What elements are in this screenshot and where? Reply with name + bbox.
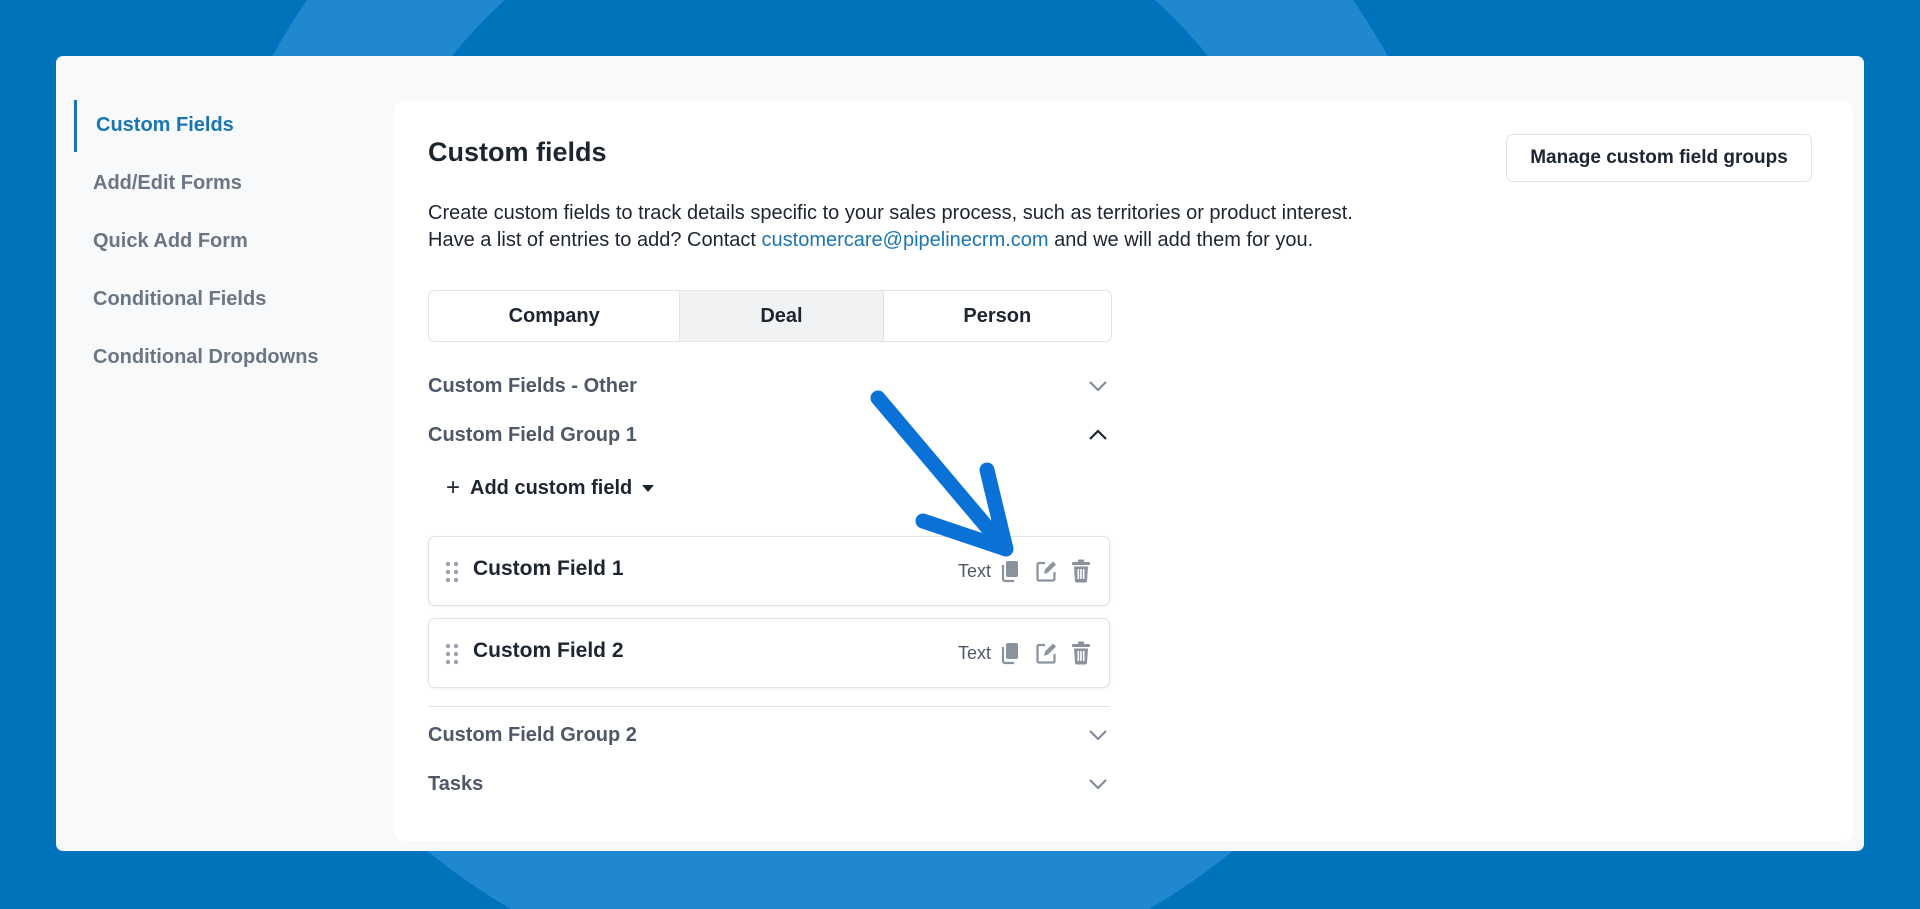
entity-tabs: Company Deal Person	[428, 290, 1112, 342]
group-label: Custom Field Group 2	[428, 723, 637, 746]
settings-card: Custom Fields Add/Edit Forms Quick Add F…	[56, 56, 1864, 851]
settings-sidebar: Custom Fields Add/Edit Forms Quick Add F…	[74, 100, 374, 390]
group-custom-fields-other[interactable]: Custom Fields - Other	[428, 371, 1110, 401]
field-name: Custom Field 1	[473, 557, 624, 580]
chevron-down-icon	[1089, 779, 1107, 790]
caret-down-icon	[642, 484, 655, 492]
sidebar-item-conditional-dropdowns[interactable]: Conditional Dropdowns	[74, 332, 374, 382]
group-label: Custom Field Group 1	[428, 423, 637, 446]
chevron-down-icon	[1089, 381, 1107, 392]
field-name: Custom Field 2	[473, 639, 624, 662]
group-label: Tasks	[428, 772, 484, 795]
customer-care-email-link[interactable]: customercare@pipelinecrm.com	[762, 229, 1049, 251]
page-title: Custom fields	[428, 137, 607, 167]
chevron-up-icon	[1089, 429, 1107, 440]
description-line-2: Have a list of entries to add? Contact c…	[428, 227, 1478, 254]
group-divider	[428, 706, 1110, 707]
sidebar-item-conditional-fields[interactable]: Conditional Fields	[74, 274, 374, 324]
sidebar-item-custom-fields[interactable]: Custom Fields	[74, 100, 374, 152]
trash-icon[interactable]	[1070, 641, 1092, 665]
drag-handle-icon[interactable]	[445, 643, 459, 665]
copy-icon[interactable]	[999, 641, 1021, 665]
edit-icon[interactable]	[1035, 559, 1057, 583]
description-text-after: and we will add them for you.	[1054, 229, 1314, 251]
group-custom-field-group-2[interactable]: Custom Field Group 2	[428, 720, 1110, 750]
manage-custom-field-groups-button[interactable]: Manage custom field groups	[1506, 134, 1812, 182]
field-type: Text	[958, 643, 992, 663]
add-custom-field-label: Add custom field	[470, 476, 633, 499]
sidebar-item-quick-add-form[interactable]: Quick Add Form	[74, 216, 374, 266]
plus-icon: +	[446, 474, 461, 501]
custom-field-row: Custom Field 2 Text	[428, 618, 1110, 688]
custom-fields-panel: Custom fields Manage custom field groups…	[394, 101, 1853, 841]
group-label: Custom Fields - Other	[428, 374, 637, 397]
description-text-before: Have a list of entries to add? Contact	[428, 229, 756, 251]
group-custom-field-group-1[interactable]: Custom Field Group 1	[428, 420, 1110, 450]
sidebar-item-add-edit-forms[interactable]: Add/Edit Forms	[74, 158, 374, 208]
tab-deal[interactable]: Deal	[680, 291, 884, 341]
description-line-1: Create custom fields to track details sp…	[428, 202, 1353, 224]
add-custom-field-button[interactable]: + Add custom field	[446, 473, 655, 503]
page-description: Create custom fields to track details sp…	[428, 200, 1478, 254]
chevron-down-icon	[1089, 730, 1107, 741]
tab-person[interactable]: Person	[883, 291, 1111, 341]
group-tasks[interactable]: Tasks	[428, 769, 1110, 799]
drag-handle-icon[interactable]	[445, 561, 459, 583]
copy-icon[interactable]	[999, 559, 1021, 583]
tab-company[interactable]: Company	[429, 291, 681, 341]
trash-icon[interactable]	[1070, 559, 1092, 583]
custom-field-row: Custom Field 1 Text	[428, 536, 1110, 606]
field-type: Text	[958, 561, 992, 581]
edit-icon[interactable]	[1035, 641, 1057, 665]
